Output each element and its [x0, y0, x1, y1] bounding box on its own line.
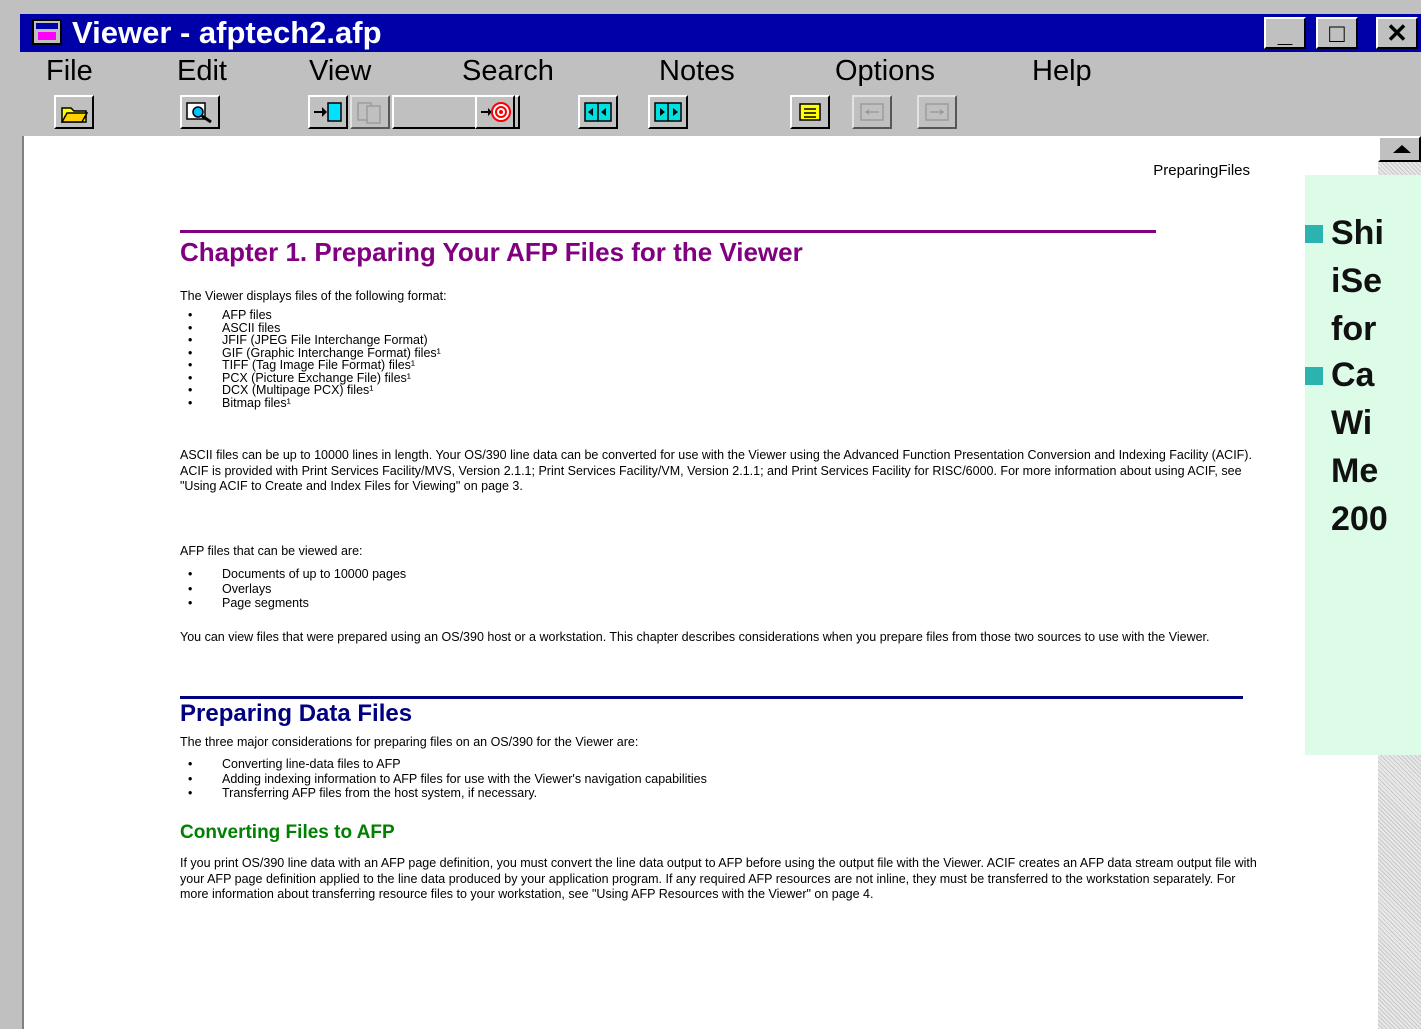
menu-search[interactable]: Search — [462, 52, 554, 90]
previous-page-icon — [584, 102, 612, 122]
section-rule — [180, 696, 1243, 699]
callout-line: 200 — [1331, 500, 1388, 538]
previous-page-button[interactable] — [578, 95, 618, 129]
document-page[interactable]: PreparingFiles Chapter 1. Preparing Your… — [22, 136, 1380, 1029]
list-item: Converting line-data files to AFP — [180, 757, 707, 772]
list-item: Documents of up to 10000 pages — [180, 567, 406, 582]
list-item: DCX (Multipage PCX) files¹ — [180, 384, 441, 397]
list-item: Overlays — [180, 582, 406, 597]
afp-type-list: Documents of up to 10000 pages Overlays … — [180, 567, 406, 611]
target-icon — [481, 102, 511, 122]
window-title: Viewer - afptech2.afp — [72, 15, 382, 50]
viewer-window: Viewer - afptech2.afp _ □ ✕ File Edit Vi… — [0, 0, 1421, 1029]
target-button[interactable] — [475, 95, 515, 129]
menu-edit[interactable]: Edit — [177, 52, 227, 90]
previous-note-button[interactable] — [852, 95, 892, 129]
arrow-up-icon — [1393, 145, 1411, 153]
next-note-button[interactable] — [917, 95, 957, 129]
note-button[interactable] — [790, 95, 830, 129]
find-icon — [186, 102, 212, 124]
list-item: TIFF (Tag Image File Format) files¹ — [180, 359, 441, 372]
previous-note-icon — [860, 103, 884, 121]
menu-notes[interactable]: Notes — [659, 52, 735, 90]
intro-text: The Viewer displays files of the followi… — [180, 289, 447, 303]
subsection-title: Converting Files to AFP — [180, 822, 395, 843]
next-note-icon — [925, 103, 949, 121]
callout-line: Me — [1331, 452, 1379, 490]
format-list: AFP files ASCII files JFIF (JPEG File In… — [180, 309, 441, 409]
close-button[interactable]: ✕ — [1376, 17, 1418, 49]
chapter-rule — [180, 230, 1156, 233]
running-head: PreparingFiles — [1153, 162, 1250, 179]
square-bullet-icon — [1305, 225, 1323, 243]
copy-pages-button[interactable] — [350, 95, 390, 129]
callout-line: Ca — [1331, 356, 1375, 394]
menu-file[interactable]: File — [46, 52, 93, 90]
next-page-button[interactable] — [648, 95, 688, 129]
callout-panel: Shi iSe for Ca Wi Me 200 — [1305, 175, 1421, 755]
minimize-button[interactable]: _ — [1264, 17, 1306, 49]
menu-bar: File Edit View Search Notes Options Help — [20, 52, 1421, 92]
list-item: JFIF (JPEG File Interchange Format) — [180, 334, 441, 347]
note-icon — [799, 103, 821, 121]
menu-view[interactable]: View — [309, 52, 371, 90]
menu-help[interactable]: Help — [1032, 52, 1092, 90]
afp-intro: AFP files that can be viewed are: — [180, 544, 363, 558]
callout-line: Shi — [1331, 214, 1384, 252]
converting-paragraph: If you print OS/390 line data with an AF… — [180, 856, 1257, 901]
next-page-icon — [654, 102, 682, 122]
chapter-title: Chapter 1. Preparing Your AFP Files for … — [180, 237, 803, 267]
list-item: Transferring AFP files from the host sys… — [180, 786, 707, 801]
list-item: Bitmap files¹ — [180, 396, 441, 410]
list-item: AFP files — [180, 309, 441, 322]
scroll-up-button[interactable] — [1378, 136, 1421, 162]
list-item: Adding indexing information to AFP files… — [180, 772, 707, 787]
toolbar — [20, 92, 1421, 134]
ascii-paragraph: ASCII files can be up to 10000 lines in … — [180, 448, 1252, 493]
menu-options[interactable]: Options — [835, 52, 935, 90]
callout-line: Wi — [1331, 404, 1373, 442]
app-icon[interactable] — [32, 19, 62, 45]
callout-line: iSe — [1331, 262, 1383, 300]
go-to-page-button[interactable] — [308, 95, 348, 129]
sources-paragraph: You can view files that were prepared us… — [180, 630, 1210, 644]
find-button[interactable] — [180, 95, 220, 129]
go-to-page-icon — [314, 102, 342, 122]
square-bullet-icon — [1305, 367, 1323, 385]
open-folder-icon — [60, 107, 89, 123]
maximize-button[interactable]: □ — [1316, 17, 1358, 49]
open-button[interactable] — [54, 95, 94, 129]
list-item: Page segments — [180, 596, 406, 611]
section-intro: The three major considerations for prepa… — [180, 735, 639, 749]
callout-line: for — [1331, 310, 1377, 348]
section-title: Preparing Data Files — [180, 700, 413, 727]
copy-pages-icon — [357, 102, 381, 124]
considerations-list: Converting line-data files to AFP Adding… — [180, 757, 707, 801]
title-bar[interactable]: Viewer - afptech2.afp _ □ ✕ — [20, 14, 1421, 52]
